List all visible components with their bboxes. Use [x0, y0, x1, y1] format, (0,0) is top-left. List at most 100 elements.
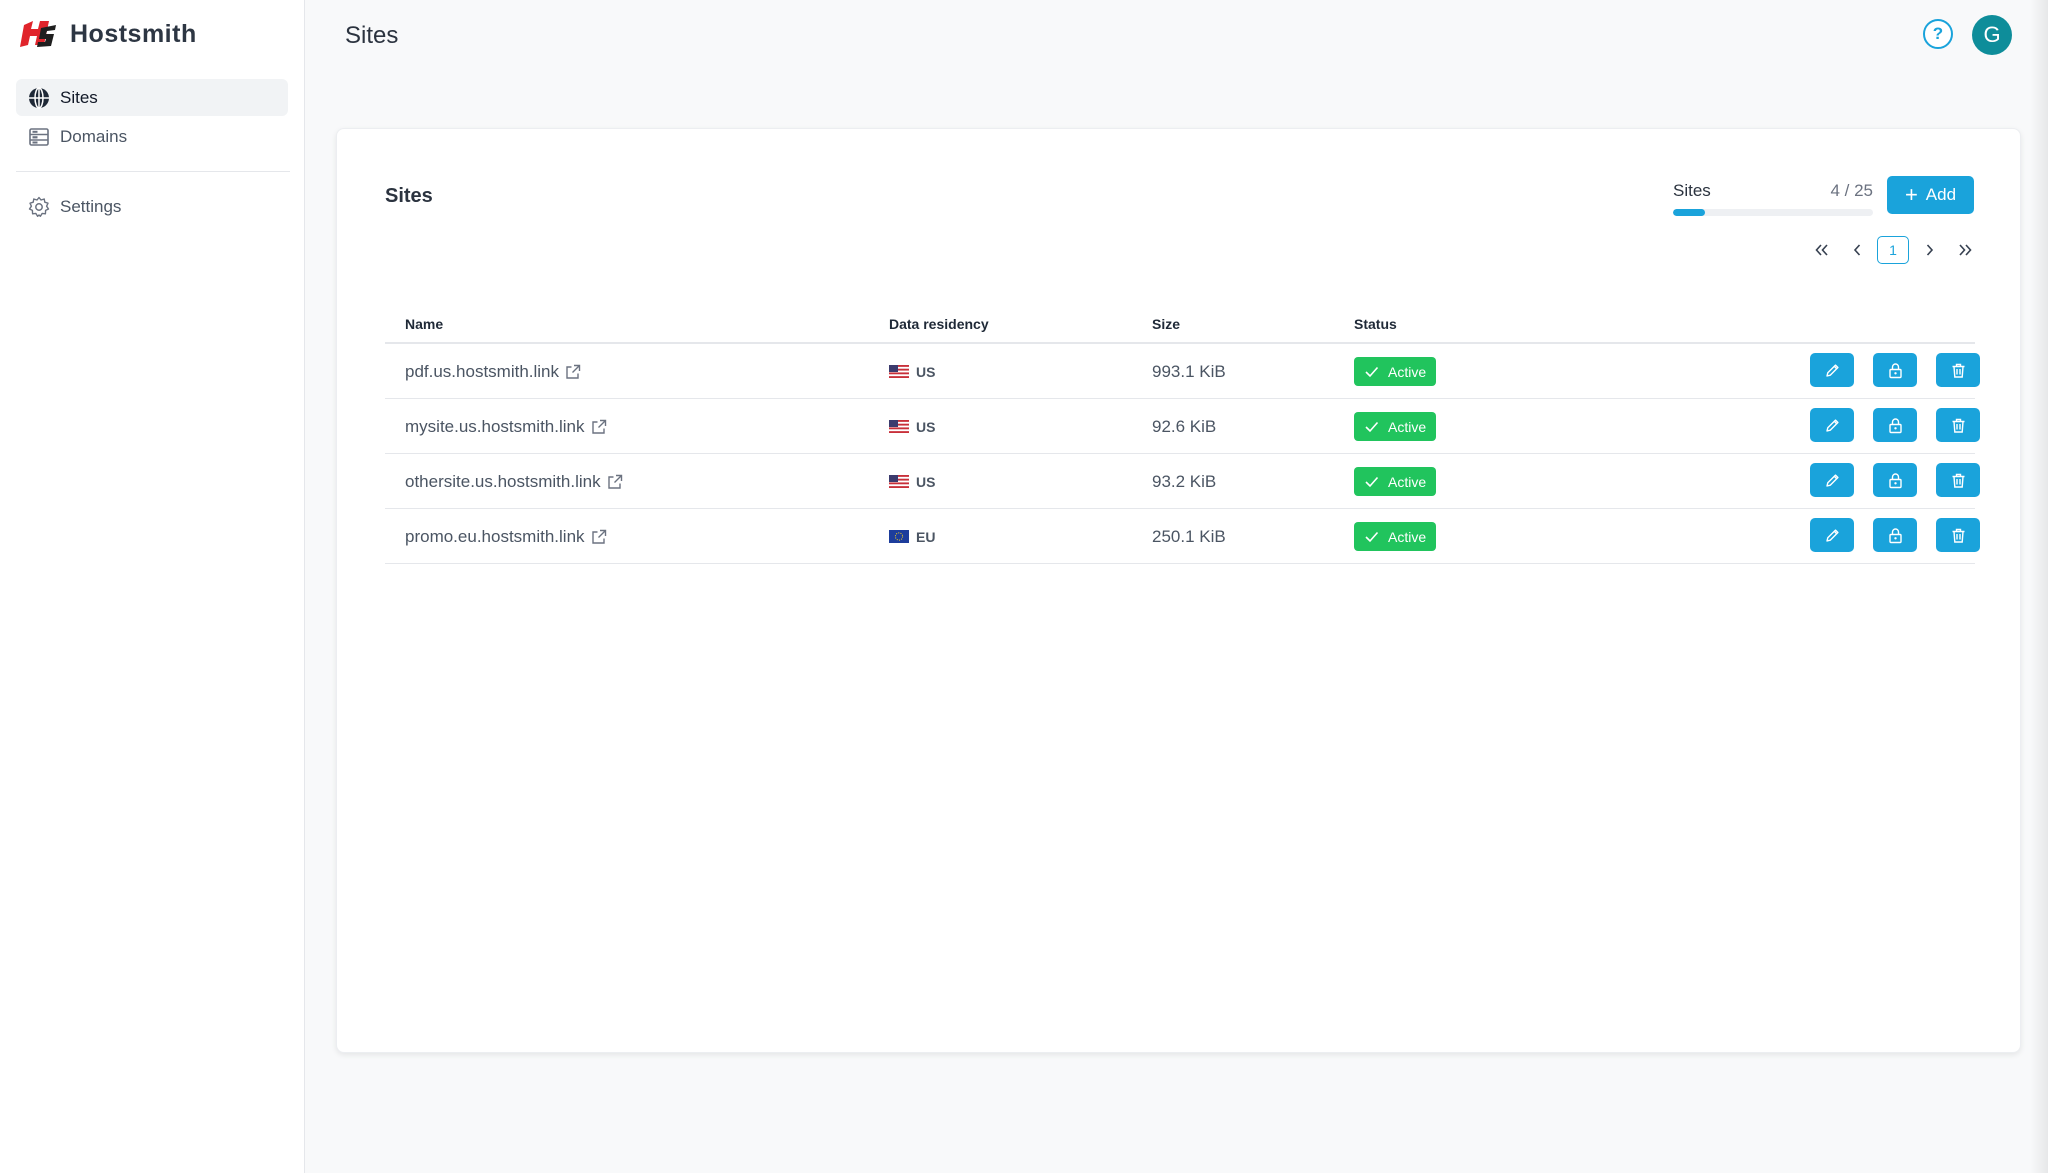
edit-icon — [1825, 363, 1839, 377]
plus-icon: + — [1904, 182, 1918, 207]
sidebar-item-settings[interactable]: Settings — [16, 188, 288, 225]
trash-icon — [1952, 528, 1964, 543]
status-badge: Active — [1354, 357, 1437, 386]
delete-site-button[interactable] — [1936, 353, 1980, 387]
prev-page-button[interactable] — [1842, 235, 1872, 265]
status-cell: Active — [1354, 344, 1437, 399]
page-title: Sites — [345, 22, 399, 49]
edit-site-button[interactable] — [1810, 463, 1854, 497]
us-flag-icon — [889, 365, 909, 378]
sidebar-item-domains[interactable]: Domains — [16, 118, 288, 155]
site-link[interactable]: pdf.us.hostsmith.link — [405, 362, 559, 382]
edit-icon — [1825, 418, 1839, 432]
app-name: Hostsmith — [70, 19, 197, 48]
delete-site-button[interactable] — [1936, 463, 1980, 497]
pagination: 1 — [1807, 235, 1985, 265]
status-cell: Active — [1354, 399, 1437, 454]
external-link-icon[interactable] — [591, 529, 607, 545]
lock-site-button[interactable] — [1873, 353, 1917, 387]
help-icon: ? — [1932, 24, 1944, 43]
quota-progress — [1673, 209, 1873, 216]
size-cell: 93.2 KiB — [1152, 471, 1217, 491]
data-residency-cell: US — [889, 454, 935, 509]
brand[interactable]: Hostsmith — [20, 18, 197, 50]
column-header-size: Size — [1152, 316, 1181, 332]
size-cell: 993.1 KiB — [1152, 361, 1226, 381]
add-button-label: Add — [1925, 185, 1957, 204]
last-page-button[interactable] — [1950, 235, 1980, 265]
check-icon — [1365, 366, 1379, 378]
lock-site-button[interactable] — [1873, 463, 1917, 497]
edit-site-button[interactable] — [1810, 353, 1854, 387]
size-cell: 92.6 KiB — [1152, 416, 1217, 436]
sidebar-divider — [16, 171, 290, 172]
lock-site-button[interactable] — [1873, 518, 1917, 552]
lock-icon — [1888, 527, 1902, 543]
region-code: US — [916, 363, 936, 380]
check-icon — [1365, 421, 1379, 433]
region-code: EU — [916, 528, 936, 545]
region-code: US — [916, 418, 936, 435]
us-flag-icon — [889, 420, 909, 433]
external-link-icon[interactable] — [565, 364, 581, 380]
status-text: Active — [1388, 528, 1427, 545]
sidebar: Hostsmith Sites Domains Settings — [0, 0, 305, 1173]
chevron-right-icon — [1926, 244, 1934, 256]
lock-site-button[interactable] — [1873, 408, 1917, 442]
quota-label: Sites — [1673, 181, 1711, 200]
site-name-cell: promo.eu.hostsmith.link — [405, 509, 607, 564]
site-link[interactable]: othersite.us.hostsmith.link — [405, 472, 601, 492]
site-name-cell: othersite.us.hostsmith.link — [405, 454, 623, 509]
site-link[interactable]: mysite.us.hostsmith.link — [405, 417, 585, 437]
lock-icon — [1888, 417, 1902, 433]
status-text: Active — [1388, 473, 1427, 490]
size-cell: 250.1 KiB — [1152, 526, 1226, 546]
avatar[interactable]: G — [1972, 15, 2012, 55]
column-header-name: Name — [405, 316, 444, 332]
table-header: Name Data residency Size Status — [385, 279, 1975, 344]
status-badge: Active — [1354, 467, 1437, 496]
eu-flag-icon — [889, 530, 909, 543]
site-name-cell: mysite.us.hostsmith.link — [405, 399, 607, 454]
sidebar-item-sites[interactable]: Sites — [16, 79, 288, 116]
status-badge: Active — [1354, 412, 1437, 441]
sites-quota: Sites 4 / 25 — [1673, 181, 1873, 216]
delete-site-button[interactable] — [1936, 408, 1980, 442]
site-link[interactable]: promo.eu.hostsmith.link — [405, 527, 585, 547]
data-residency-cell: US — [889, 399, 935, 454]
us-flag-icon — [889, 475, 909, 488]
column-header-data-residency: Data residency — [889, 316, 989, 332]
external-link-icon[interactable] — [591, 419, 607, 435]
add-site-button[interactable]: + Add — [1887, 176, 1974, 214]
trash-icon — [1952, 473, 1964, 488]
help-button[interactable]: ? — [1923, 19, 1953, 49]
table-row: promo.eu.hostsmith.link EU 250.1 KiB Act… — [385, 509, 1980, 564]
edit-site-button[interactable] — [1810, 408, 1854, 442]
window-edge-shadow — [2030, 0, 2048, 1173]
edit-icon — [1825, 528, 1839, 542]
status-cell: Active — [1354, 454, 1437, 509]
globe-icon — [28, 86, 50, 109]
data-residency-cell: US — [889, 344, 935, 399]
sites-card: Sites Sites 4 / 25 + Add 1 Name Data res… — [336, 128, 2021, 1053]
delete-site-button[interactable] — [1936, 518, 1980, 552]
hostsmith-logo — [20, 21, 56, 47]
status-text: Active — [1388, 363, 1427, 380]
first-page-button[interactable] — [1807, 235, 1837, 265]
next-page-button[interactable] — [1915, 235, 1945, 265]
chevrons-right-icon — [1959, 244, 1972, 256]
edit-site-button[interactable] — [1810, 518, 1854, 552]
sidebar-item-label: Sites — [60, 87, 98, 107]
sidebar-item-label: Settings — [60, 196, 122, 216]
trash-icon — [1952, 363, 1964, 378]
check-icon — [1365, 531, 1379, 543]
external-link-icon[interactable] — [607, 474, 623, 490]
page-number-button[interactable]: 1 — [1877, 236, 1909, 264]
column-header-status: Status — [1354, 316, 1397, 332]
card-title: Sites — [385, 185, 433, 207]
gear-icon — [28, 196, 50, 218]
server-icon — [28, 126, 50, 148]
chevrons-left-icon — [1815, 244, 1828, 256]
chevron-left-icon — [1853, 244, 1861, 256]
status-text: Active — [1388, 418, 1427, 435]
